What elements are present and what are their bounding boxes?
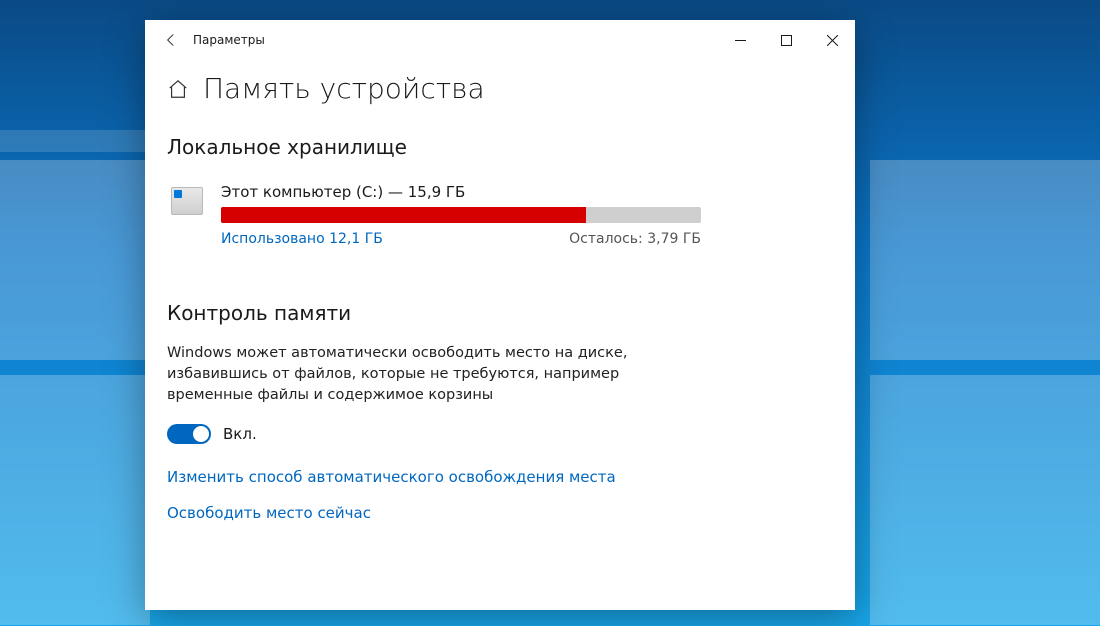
local-storage-heading: Локальное хранилище — [167, 135, 833, 159]
wallpaper-beam — [0, 130, 150, 152]
usage-bar-fill — [221, 207, 586, 223]
home-button[interactable] — [167, 78, 189, 100]
storage-sense-toggle-row: Вкл. — [167, 424, 833, 444]
toggle-knob — [193, 426, 209, 442]
arrow-left-icon — [163, 32, 179, 48]
maximize-icon — [781, 35, 792, 46]
disk-label: Этот компьютер (C:) — 15,9 ГБ — [221, 183, 829, 201]
page-title: Память устройства — [203, 72, 485, 105]
storage-sense-toggle[interactable] — [167, 424, 211, 444]
back-button[interactable] — [153, 20, 189, 60]
wallpaper-beam — [0, 160, 150, 360]
titlebar: Параметры — [145, 20, 855, 60]
close-icon — [827, 35, 838, 46]
disk-info: Этот компьютер (C:) — 15,9 ГБ Использова… — [221, 183, 829, 247]
minimize-button[interactable] — [717, 20, 763, 60]
storage-sense-section: Контроль памяти Windows может автоматиче… — [167, 301, 833, 522]
home-icon — [167, 78, 189, 100]
disk-footer: Использовано 12,1 ГБ Осталось: 3,79 ГБ — [221, 231, 701, 247]
window-title: Параметры — [193, 33, 265, 47]
close-button[interactable] — [809, 20, 855, 60]
content-area: Память устройства Локальное хранилище Эт… — [145, 60, 855, 560]
page-heading-row: Память устройства — [167, 72, 833, 105]
toggle-state-label: Вкл. — [223, 425, 257, 443]
settings-window: Параметры Память устройства Локальное хр… — [145, 20, 855, 610]
drive-icon — [171, 187, 203, 215]
maximize-button[interactable] — [763, 20, 809, 60]
minimize-icon — [735, 35, 746, 46]
used-link[interactable]: Использовано 12,1 ГБ — [221, 231, 383, 247]
wallpaper-beam — [870, 160, 1100, 360]
storage-sense-description: Windows может автоматически освободить м… — [167, 343, 667, 406]
wallpaper-beam — [870, 375, 1100, 625]
wallpaper-beam — [0, 375, 150, 625]
usage-bar — [221, 207, 701, 223]
remaining-text: Осталось: 3,79 ГБ — [569, 231, 701, 247]
free-space-now-link[interactable]: Освободить место сейчас — [167, 504, 833, 522]
change-auto-free-link[interactable]: Изменить способ автоматического освобожд… — [167, 468, 833, 486]
disk-row[interactable]: Этот компьютер (C:) — 15,9 ГБ Использова… — [167, 177, 833, 267]
storage-sense-heading: Контроль памяти — [167, 301, 833, 325]
